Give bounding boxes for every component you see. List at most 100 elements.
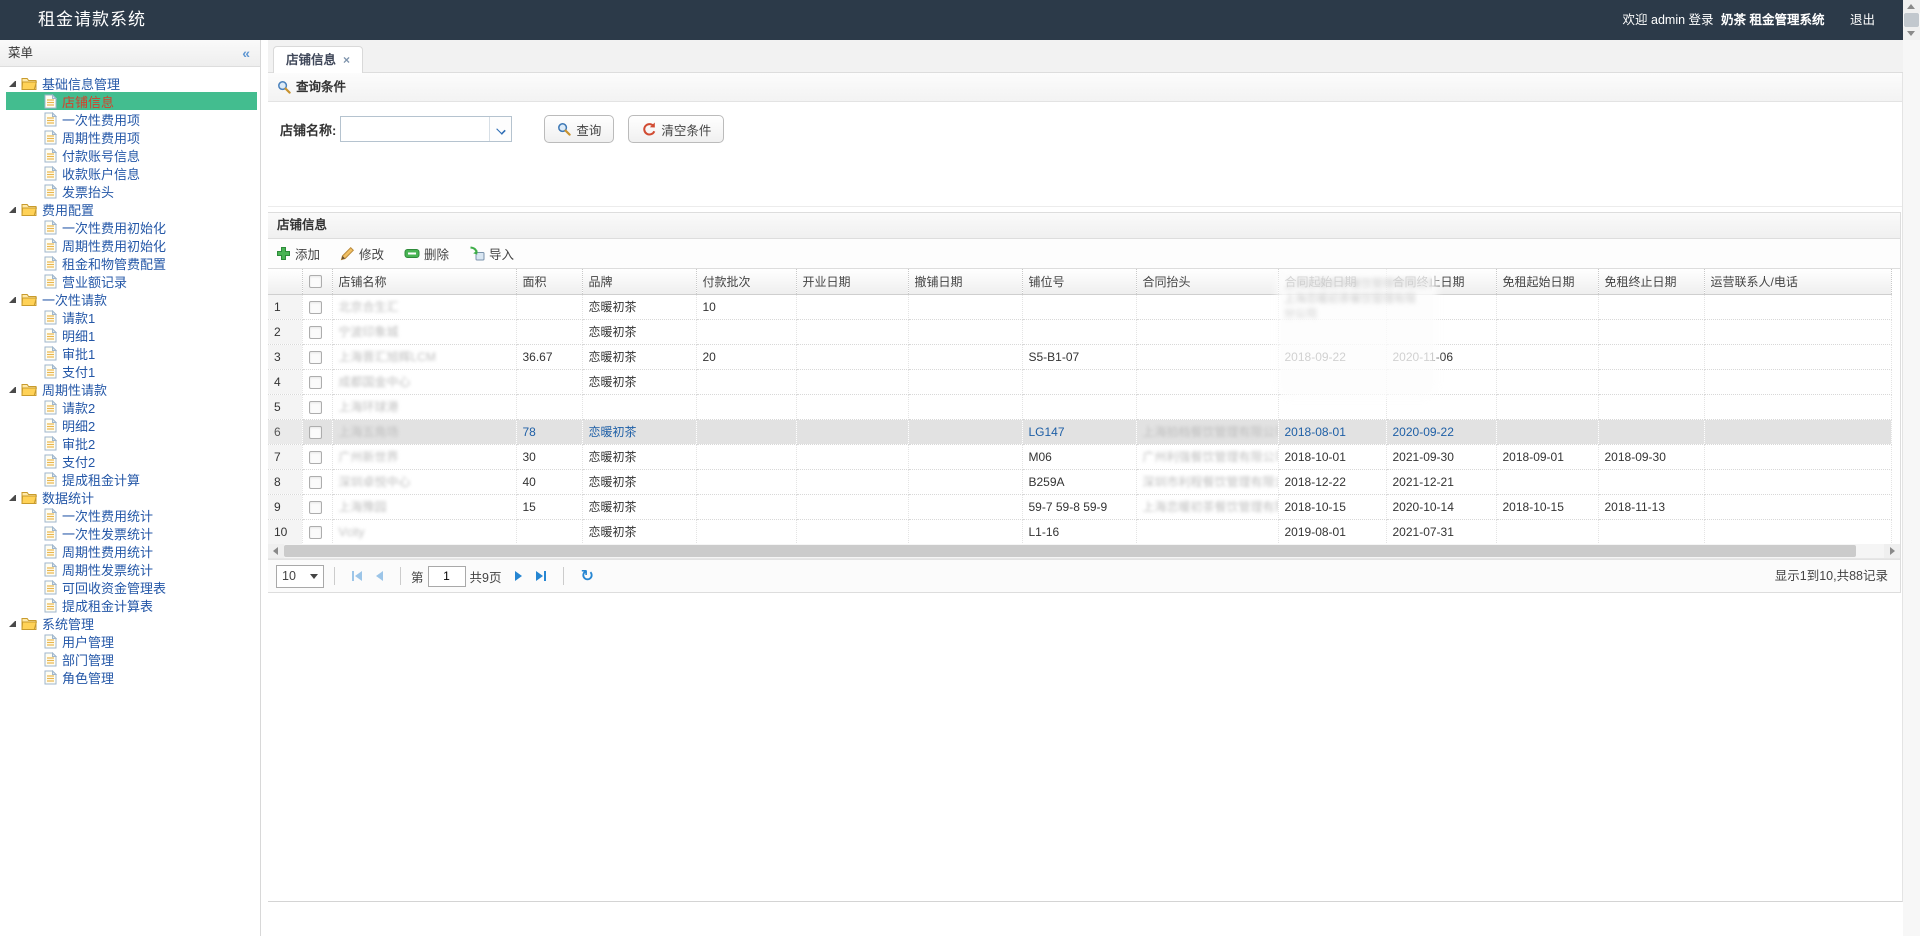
prev-page-button[interactable] <box>376 571 383 581</box>
page-scrollbar[interactable] <box>1903 0 1920 936</box>
tree-item[interactable]: 审批2 <box>6 434 260 452</box>
row-checkbox[interactable] <box>308 425 322 439</box>
row-checkbox[interactable] <box>308 400 322 414</box>
tree-item[interactable]: 明细1 <box>6 326 260 344</box>
tree-folder[interactable]: 一次性请款 <box>6 290 260 308</box>
scroll-right-icon[interactable] <box>1884 544 1900 558</box>
tree-item[interactable]: 支付1 <box>6 362 260 380</box>
tree-item[interactable]: 请款1 <box>6 308 260 326</box>
horizontal-scrollbar[interactable] <box>268 544 1900 559</box>
expand-icon[interactable] <box>9 296 16 303</box>
table-row[interactable]: 2 宁波印象城 恋暖初茶 <box>268 319 1892 345</box>
tree-item[interactable]: 租金和物管费配置 <box>6 254 260 272</box>
tree-item[interactable]: 支付2 <box>6 452 260 470</box>
tree-item[interactable]: 请款2 <box>6 398 260 416</box>
tree-item[interactable]: 一次性费用项 <box>6 110 260 128</box>
shop-name-input[interactable] <box>341 117 490 141</box>
next-page-button[interactable] <box>515 571 523 581</box>
tree-item[interactable]: 一次性费用初始化 <box>6 218 260 236</box>
scroll-up-icon[interactable] <box>1903 0 1920 13</box>
tree-item[interactable]: 收款账户信息 <box>6 164 260 182</box>
welcome-text: 欢迎 admin 登录 <box>1622 13 1714 27</box>
expand-icon[interactable] <box>9 80 16 87</box>
page-number-input[interactable] <box>427 565 466 587</box>
tree-folder[interactable]: 基础信息管理 <box>6 74 260 92</box>
collapse-sidebar-icon[interactable]: « <box>242 40 250 66</box>
tree-item[interactable]: 店铺信息 <box>6 92 257 110</box>
first-page-button[interactable] <box>352 571 362 581</box>
row-checkbox[interactable] <box>308 475 322 489</box>
last-page-button[interactable] <box>536 571 547 581</box>
table-row[interactable]: 9 上海豫园 15 恋暖初茶 59-7 59-8 59-9 上海恋暖初茶餐饮管理有限 201… <box>268 494 1892 520</box>
tree-item[interactable]: 营业额记录 <box>6 272 260 290</box>
expand-icon[interactable] <box>9 206 16 213</box>
close-icon[interactable]: × <box>343 53 350 67</box>
tree-item[interactable]: 部门管理 <box>6 650 260 668</box>
cell-free-start <box>1496 344 1599 370</box>
tree-item[interactable]: 周期性费用初始化 <box>6 236 260 254</box>
row-checkbox[interactable] <box>308 300 322 314</box>
column-header: 运营联系人/电话 <box>1704 269 1892 295</box>
tree-item[interactable]: 角色管理 <box>6 668 260 686</box>
expand-icon[interactable] <box>9 386 16 393</box>
row-checkbox[interactable] <box>308 450 322 464</box>
table-row[interactable]: 1 北京合生汇 恋暖初茶 10 <box>268 294 1892 320</box>
tree-item-label: 店铺信息 <box>62 94 115 110</box>
table-row[interactable]: 10 Vcity 恋暖初茶 L1-16 2019-08-01 2021-07-31 <box>268 519 1892 544</box>
tree-folder[interactable]: 系统管理 <box>6 614 260 632</box>
tree-item[interactable]: 可回收资金管理表 <box>6 578 260 596</box>
tree-folder[interactable]: 费用配置 <box>6 200 260 218</box>
shop-name-combobox[interactable] <box>340 116 513 142</box>
scroll-down-icon[interactable] <box>1903 27 1920 40</box>
row-checkbox[interactable] <box>308 375 322 389</box>
table-row[interactable]: 8 深圳卓悦中心 40 恋暖初茶 B259A 深圳市利程餐饮管理有限公 2018-12-22… <box>268 469 1892 495</box>
tree-item[interactable]: 周期性费用统计 <box>6 542 260 560</box>
tree-item[interactable]: 用户管理 <box>6 632 260 650</box>
tree-item-label: 明细2 <box>62 418 96 434</box>
clear-conditions-button[interactable]: 清空条件 <box>628 115 725 143</box>
tree-item[interactable]: 提成租金计算表 <box>6 596 260 614</box>
tree-folder[interactable]: 周期性请款 <box>6 380 260 398</box>
chevron-down-icon[interactable] <box>489 117 512 141</box>
cell-booth <box>1022 369 1137 395</box>
search-button[interactable]: 查询 <box>544 115 615 143</box>
select-all-checkbox[interactable] <box>308 275 322 289</box>
tab-shop-info[interactable]: 店铺信息 × <box>273 46 364 74</box>
tree-item[interactable]: 周期性费用项 <box>6 128 260 146</box>
add-button[interactable]: 添加 <box>276 244 320 263</box>
tree-item[interactable]: 周期性发票统计 <box>6 560 260 578</box>
tree-item[interactable]: 一次性费用统计 <box>6 506 260 524</box>
tree-item[interactable]: 明细2 <box>6 416 260 434</box>
tree-item[interactable]: 付款账号信息 <box>6 146 260 164</box>
tree-item[interactable]: 提成租金计算 <box>6 470 260 488</box>
delete-button[interactable]: 删除 <box>404 244 449 263</box>
file-icon <box>44 453 57 468</box>
table-row[interactable]: 4 成都国金中心 恋暖初茶 <box>268 369 1892 395</box>
expand-icon[interactable] <box>9 494 16 501</box>
table-row[interactable]: 5 上海环球港 <box>268 394 1892 420</box>
edit-button[interactable]: 修改 <box>340 244 384 263</box>
scroll-left-icon[interactable] <box>268 544 284 558</box>
tree-folder[interactable]: 数据统计 <box>6 488 260 506</box>
import-button[interactable]: 导入 <box>469 244 514 263</box>
logout-link[interactable]: 退出 <box>1850 13 1875 27</box>
row-checkbox[interactable] <box>308 500 322 514</box>
row-checkbox[interactable] <box>308 350 322 364</box>
page-size-select[interactable]: 10 <box>276 564 324 588</box>
table-row[interactable]: 7 广州新世界 30 恋暖初茶 M06 广州利强餐饮管理有限公司 2018-10-01 202… <box>268 444 1892 470</box>
scrollbar-thumb[interactable] <box>1904 13 1919 27</box>
tree-item[interactable]: 审批1 <box>6 344 260 362</box>
table-row[interactable]: 3上海晋汇旭辉LCM36.67恋暖初茶20S5-B1-072018-09-222… <box>268 344 1892 370</box>
row-checkbox[interactable] <box>308 325 322 339</box>
cell-name: 宁波印象城 <box>332 319 517 345</box>
refresh-icon[interactable]: ↻ <box>580 566 593 586</box>
expand-icon[interactable] <box>9 620 16 627</box>
tree-item[interactable]: 一次性发票统计 <box>6 524 260 542</box>
row-checkbox[interactable] <box>308 525 322 539</box>
tree-item-label: 一次性发票统计 <box>62 526 154 542</box>
table-row[interactable]: 6 上海五角场 78 恋暖初茶 LG147 上海拍档餐饮管理有限公司 2018-08-01 2… <box>268 419 1892 445</box>
tree-item[interactable]: 发票抬头 <box>6 182 260 200</box>
hscrollbar-thumb[interactable] <box>284 545 1856 557</box>
page-count-label: 共9页 <box>469 570 502 585</box>
search-icon <box>278 81 291 94</box>
